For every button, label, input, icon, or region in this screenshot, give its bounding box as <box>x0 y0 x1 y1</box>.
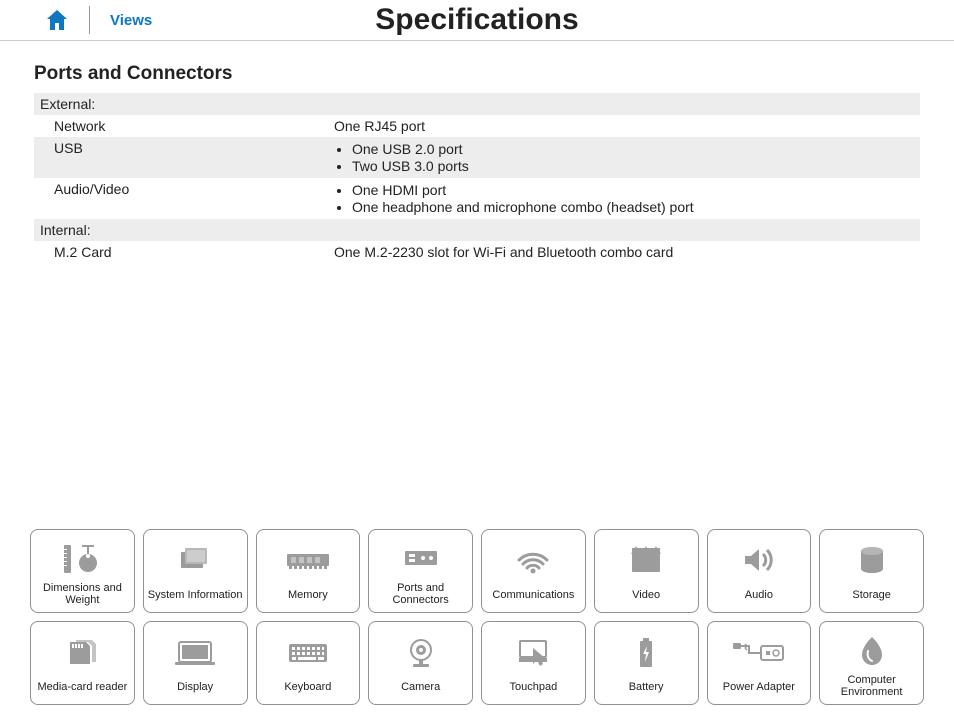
environment-icon <box>856 628 888 674</box>
spec-row: NetworkOne RJ45 port <box>34 115 920 137</box>
nav-card-mediacard[interactable]: Media-card reader <box>30 621 135 705</box>
nav-card-audio[interactable]: Audio <box>707 529 812 613</box>
nav-card-keyboard[interactable]: Keyboard <box>256 621 361 705</box>
group-header: External: <box>34 93 920 115</box>
list-item: One USB 2.0 port <box>352 141 920 157</box>
spec-value: One RJ45 port <box>334 118 920 134</box>
nav-card-poweradapter[interactable]: Power Adapter <box>707 621 812 705</box>
group-label: External: <box>34 96 920 112</box>
list-item: One HDMI port <box>352 182 920 198</box>
battery-icon <box>634 628 658 676</box>
nav-label: Ports and Connectors <box>371 582 470 606</box>
group-label: Internal: <box>34 222 920 238</box>
camera-icon <box>403 628 439 676</box>
nav-card-comms[interactable]: Communications <box>481 529 586 613</box>
nav-label: System Information <box>148 584 243 606</box>
touchpad-icon <box>513 628 553 676</box>
content-area: Ports and Connectors External:NetworkOne… <box>0 41 954 523</box>
spec-row: M.2 CardOne M.2-2230 slot for Wi-Fi and … <box>34 241 920 263</box>
nav-label: Touchpad <box>510 676 558 698</box>
nav-card-display[interactable]: Display <box>143 621 248 705</box>
nav-label: Camera <box>401 676 440 698</box>
section-title: Ports and Connectors <box>34 63 920 85</box>
audio-icon <box>739 536 779 584</box>
nav-label: Keyboard <box>284 676 331 698</box>
nav-card-dimensions[interactable]: Dimensions and Weight <box>30 529 135 613</box>
nav-card-battery[interactable]: Battery <box>594 621 699 705</box>
nav-label: Power Adapter <box>723 676 795 698</box>
nav-card-ports[interactable]: Ports and Connectors <box>368 529 473 613</box>
spec-table: External:NetworkOne RJ45 portUSBOne USB … <box>34 93 920 263</box>
nav-label: Audio <box>745 584 773 606</box>
storage-icon <box>855 536 889 584</box>
video-icon <box>626 536 666 584</box>
nav-card-camera[interactable]: Camera <box>368 621 473 705</box>
spec-label: M.2 Card <box>34 244 334 260</box>
keyboard-icon <box>285 628 331 676</box>
list-item: One headphone and microphone combo (head… <box>352 199 920 215</box>
nav-card-touchpad[interactable]: Touchpad <box>481 621 586 705</box>
nav-label: Display <box>177 676 213 698</box>
mediacard-icon <box>62 628 102 676</box>
home-icon[interactable] <box>45 9 69 31</box>
nav-label: Battery <box>629 676 664 698</box>
spec-label: Audio/Video <box>34 181 334 197</box>
group-header: Internal: <box>34 219 920 241</box>
nav-card-environment[interactable]: Computer Environment <box>819 621 924 705</box>
nav-label: Media-card reader <box>37 676 127 698</box>
spec-value: One M.2-2230 slot for Wi-Fi and Bluetoot… <box>334 244 920 260</box>
nav-label: Dimensions and Weight <box>33 582 132 606</box>
dimensions-icon <box>60 536 104 582</box>
comms-icon <box>513 536 553 584</box>
nav-label: Communications <box>492 584 574 606</box>
header: Views Specifications <box>0 0 954 41</box>
nav-label: Memory <box>288 584 328 606</box>
nav-card-video[interactable]: Video <box>594 529 699 613</box>
display-icon <box>173 628 217 676</box>
separator <box>89 6 90 34</box>
nav-label: Video <box>632 584 660 606</box>
spec-value: One USB 2.0 portTwo USB 3.0 ports <box>334 140 920 175</box>
spec-value: One HDMI portOne headphone and microphon… <box>334 181 920 216</box>
poweradapter-icon <box>731 628 787 676</box>
nav-label: Storage <box>852 584 891 606</box>
views-link[interactable]: Views <box>110 12 152 29</box>
list-item: Two USB 3.0 ports <box>352 158 920 174</box>
nav-label: Computer Environment <box>822 674 921 698</box>
nav-card-memory[interactable]: Memory <box>256 529 361 613</box>
sysinfo-icon <box>173 536 217 584</box>
nav-card-sysinfo[interactable]: System Information <box>143 529 248 613</box>
spec-row: Audio/VideoOne HDMI portOne headphone an… <box>34 178 920 219</box>
spec-label: Network <box>34 118 334 134</box>
ports-icon <box>399 536 443 582</box>
spec-row: USBOne USB 2.0 portTwo USB 3.0 ports <box>34 137 920 178</box>
spec-label: USB <box>34 140 334 156</box>
nav-card-storage[interactable]: Storage <box>819 529 924 613</box>
bottom-nav: Dimensions and Weight System Information M… <box>0 523 954 721</box>
memory-icon <box>283 536 333 584</box>
